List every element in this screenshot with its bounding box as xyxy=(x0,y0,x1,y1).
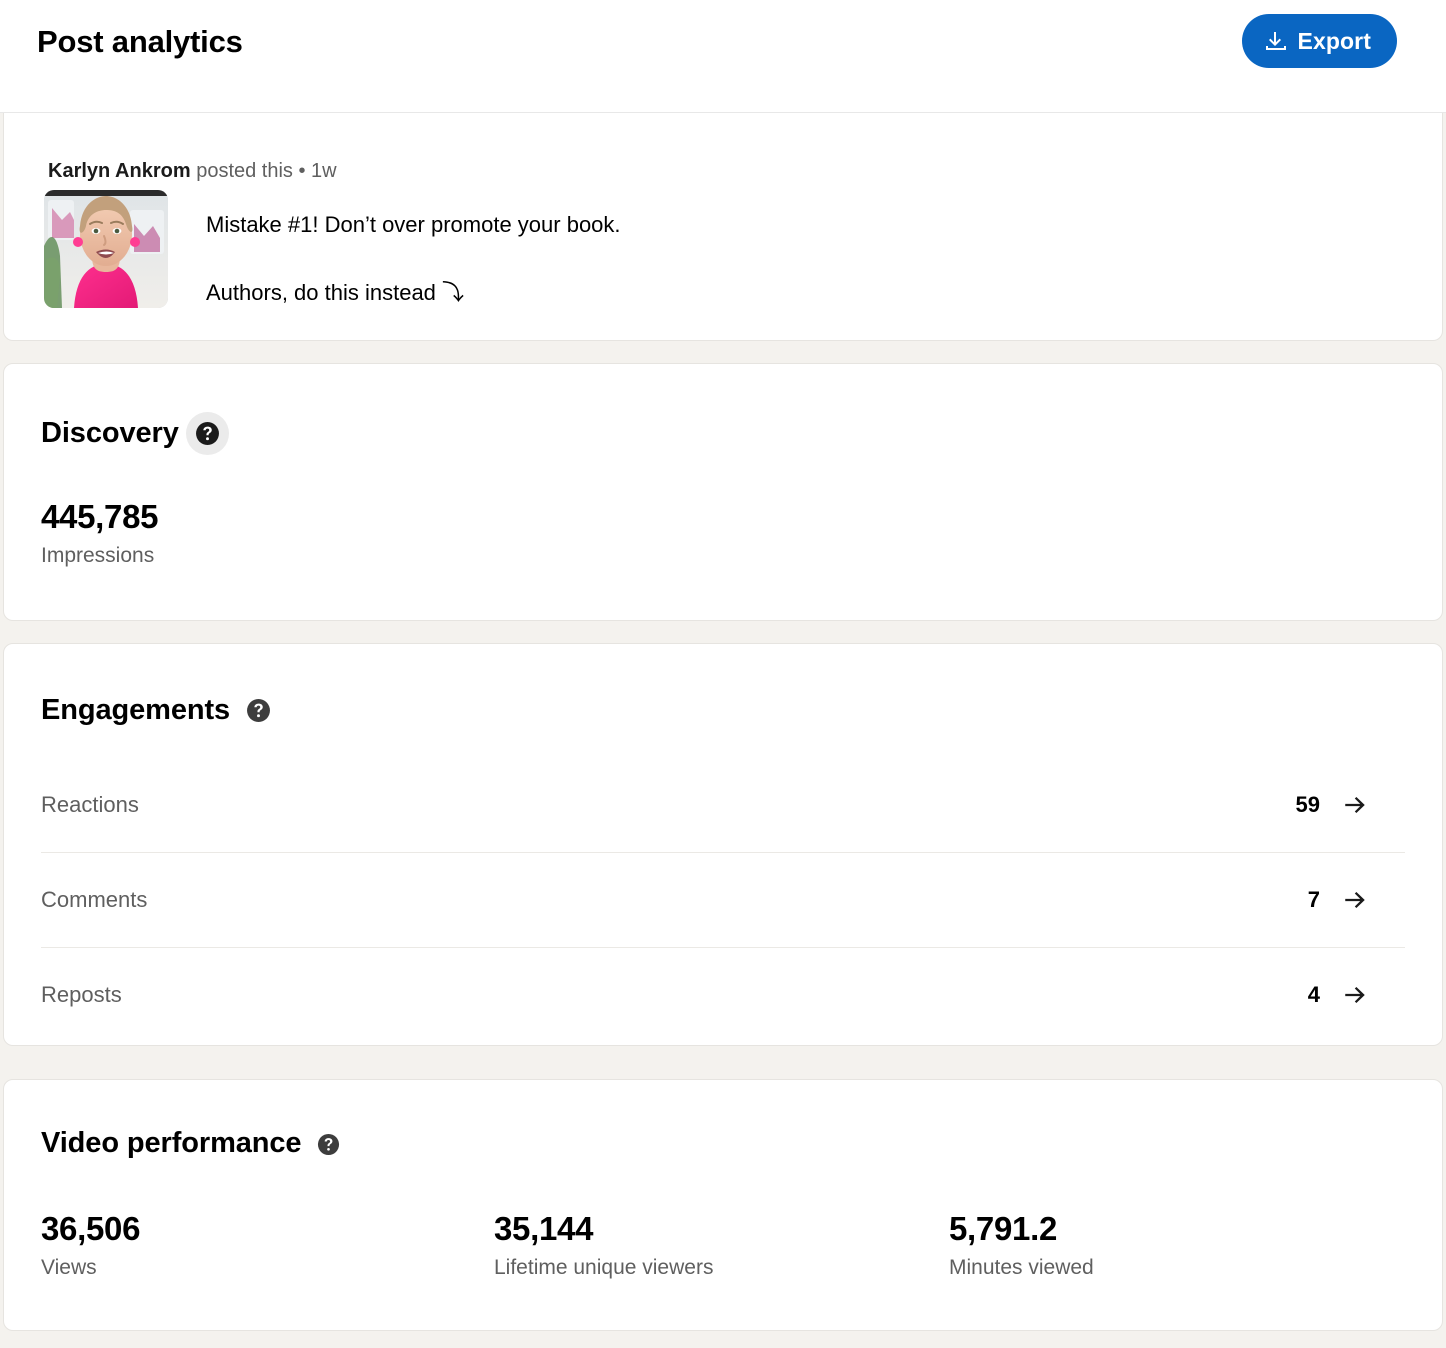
video-stat-value: 35,144 xyxy=(494,1210,594,1247)
video-stat-minutes-viewed: 5,791.2 Minutes viewed xyxy=(949,1209,1094,1282)
engagement-row-right: 7 xyxy=(1308,887,1368,913)
engagement-row-right: 4 xyxy=(1308,982,1368,1008)
engagement-value: 7 xyxy=(1307,887,1320,912)
engagement-value: 4 xyxy=(1307,982,1320,1007)
video-stat-label: Minutes viewed xyxy=(949,1256,1094,1279)
discovery-card: Discovery 445,785 Impressions xyxy=(3,363,1443,621)
post-text: Mistake #1! Don’t over promote your book… xyxy=(206,190,621,308)
discovery-title-row: Discovery xyxy=(41,364,1405,455)
engagements-help-button[interactable] xyxy=(237,689,280,732)
post-thumbnail[interactable] xyxy=(44,190,168,308)
video-stat-views: 36,506 Views xyxy=(41,1209,494,1282)
video-performance-help-button[interactable] xyxy=(308,1122,351,1165)
arrow-right-icon xyxy=(1342,887,1368,913)
video-stat-value: 36,506 xyxy=(41,1210,141,1247)
help-circle-icon xyxy=(317,1131,342,1156)
engagements-title-row: Engagements xyxy=(41,644,1405,732)
engagement-row-reactions[interactable]: Reactions 59 xyxy=(41,758,1405,853)
post-meta: Karlyn Ankrom posted this • 1w xyxy=(48,158,337,184)
post-author[interactable]: Karlyn Ankrom xyxy=(48,160,191,182)
post-body: Mistake #1! Don’t over promote your book… xyxy=(44,190,621,308)
discovery-title: Discovery xyxy=(41,417,179,449)
video-performance-card: Video performance 36,506 Views 35,144 Li… xyxy=(3,1079,1443,1331)
engagements-list: Reactions 59 Comments 7 Reposts 4 xyxy=(41,758,1405,1042)
post-preview-card: Karlyn Ankrom posted this • 1w Mistake #… xyxy=(3,113,1443,341)
discovery-help-button[interactable] xyxy=(185,412,229,455)
video-stats-row: 36,506 Views 35,144 Lifetime unique view… xyxy=(41,1209,1405,1282)
help-circle-icon xyxy=(246,698,271,723)
engagement-value: 59 xyxy=(1295,792,1320,817)
video-performance-title: Video performance xyxy=(41,1127,302,1159)
engagement-row-reposts[interactable]: Reposts 4 xyxy=(41,948,1405,1042)
page-header: Post analytics Export xyxy=(0,0,1446,113)
engagements-card: Engagements Reactions 59 Comments 7 Repo… xyxy=(3,643,1443,1046)
page-title: Post analytics xyxy=(37,24,243,59)
impressions-stat: 445,785 Impressions xyxy=(41,497,1405,570)
impressions-value: 445,785 xyxy=(41,498,159,535)
download-icon xyxy=(1264,29,1288,53)
post-posted-this: posted this • 1w xyxy=(190,160,337,182)
export-button-label: Export xyxy=(1297,27,1371,54)
video-performance-title-row: Video performance xyxy=(41,1080,1405,1165)
export-button[interactable]: Export xyxy=(1241,14,1397,68)
post-text-line-1: Mistake #1! Don’t over promote your book… xyxy=(206,212,621,237)
video-stat-label: Views xyxy=(41,1256,97,1279)
engagement-row-comments[interactable]: Comments 7 xyxy=(41,853,1405,948)
engagement-row-right: 59 xyxy=(1296,792,1368,818)
help-circle-icon xyxy=(195,421,220,446)
engagement-label: Comments xyxy=(41,887,148,912)
video-stat-value: 5,791.2 xyxy=(949,1210,1058,1247)
post-text-line-2: Authors, do this instead ⤵ xyxy=(206,280,465,305)
arrow-right-icon xyxy=(1342,982,1368,1008)
arrow-right-icon xyxy=(1342,792,1368,818)
video-stat-label: Lifetime unique viewers xyxy=(494,1256,714,1279)
video-stat-lifetime-unique-viewers: 35,144 Lifetime unique viewers xyxy=(494,1209,949,1282)
impressions-label: Impressions xyxy=(41,544,155,567)
engagement-label: Reactions xyxy=(41,792,139,817)
engagement-label: Reposts xyxy=(41,982,122,1007)
engagements-title: Engagements xyxy=(41,694,231,726)
